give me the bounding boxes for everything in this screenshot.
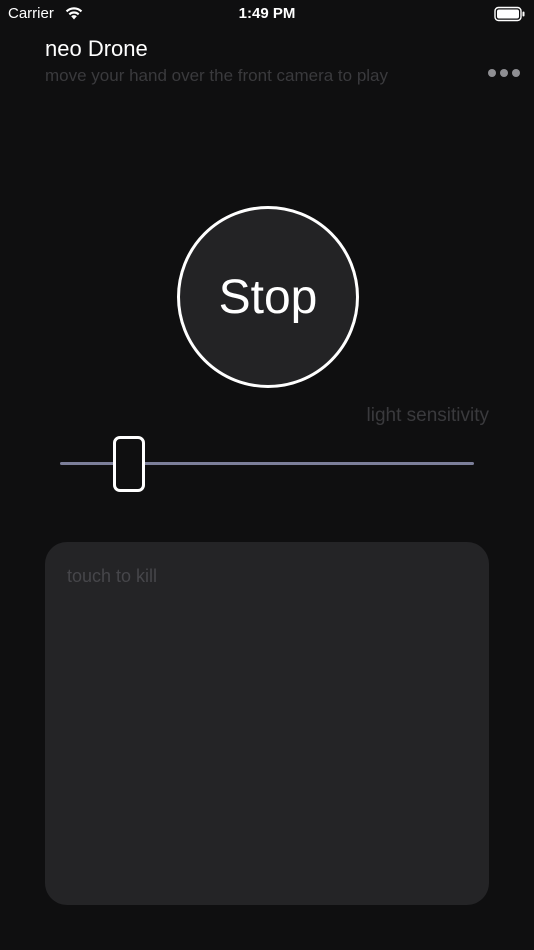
status-bar: Carrier 1:49 PM	[0, 0, 534, 28]
slider-thumb[interactable]	[113, 436, 145, 492]
light-sensitivity-slider[interactable]	[60, 434, 474, 494]
app-title: neo Drone	[45, 36, 148, 61]
kill-pad-label: touch to kill	[67, 566, 158, 586]
ellipsis-icon	[500, 69, 508, 77]
battery-icon	[494, 6, 526, 22]
more-options-button[interactable]	[482, 62, 526, 84]
kill-touch-pad[interactable]: touch to kill	[45, 542, 489, 905]
sensitivity-label: light sensitivity	[366, 405, 490, 426]
stop-button[interactable]: Stop	[177, 206, 359, 388]
app-subtitle: move your hand over the front camera to …	[45, 66, 389, 85]
ellipsis-icon	[512, 69, 520, 77]
clock: 1:49 PM	[238, 5, 296, 22]
ellipsis-icon	[488, 69, 496, 77]
